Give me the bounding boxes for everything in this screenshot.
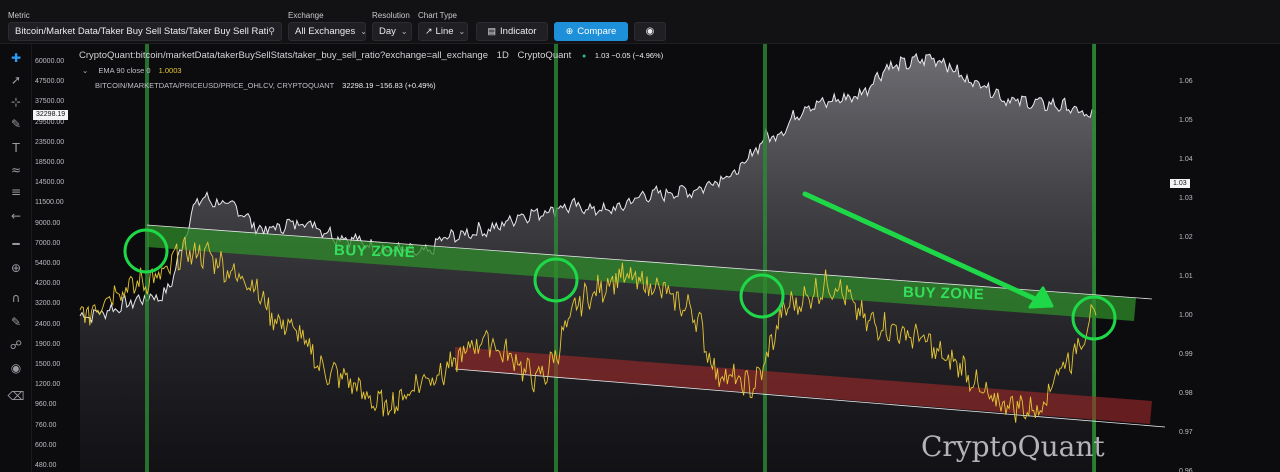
camera-icon: ◉ [645,26,655,37]
metric-label: Metric [8,11,30,20]
chevron-down-icon[interactable]: ⌄ [82,66,88,75]
buy-zone-label: BUY ZONE [902,283,985,304]
resolution-select[interactable]: Day ⌄ [372,22,412,41]
y-left-tick-label: 1900.00 [35,340,61,348]
legend-ema-label: EMA 90 close 0 [98,66,151,75]
indicator-icon: ▤ [487,26,497,36]
watermark: CryptoQuant [921,430,1105,463]
legend-source: CryptoQuant [517,50,572,61]
y-left-tick-label: 18500.00 [35,159,65,166]
y-right-tick-label: 1.03 [1179,194,1193,202]
y-right-tick-label: 1.04 [1179,155,1193,163]
legend-ema: ⌄ EMA 90 close 0 1.0003 [82,66,182,75]
legend-main: CryptoQuant:bitcoin/marketData/takerBuyS… [79,50,663,61]
y-left-tick-label: 4200.00 [35,280,61,288]
y-right-tick-label: 0.96 [1179,468,1193,472]
top-toolbar: Metric Bitcoin/Market Data/Taker Buy Sel… [0,0,1280,44]
chart-canvas[interactable] [0,44,1280,472]
y-left-tick-label: 11500.00 [35,199,64,207]
legend-ratio-values: 1.03 −0.05 (−4.96%) [594,51,664,60]
y-left-tick-label: 37500.00 [35,98,65,106]
indicator-button[interactable]: ▤ Indicator [476,22,548,41]
y-left-tick-label: 14500.00 [35,179,65,187]
y-left-tick-label: 9000.00 [35,219,61,227]
exchange-select[interactable]: All Exchanges ⌄ [288,22,366,41]
buy-zone-label: BUY ZONE [333,241,416,262]
y-left-tick-label: 960.00 [35,401,57,409]
resolution-value: Day [379,26,396,37]
y-left-tick-label: 5400.00 [35,260,61,267]
y-right-tick-label: 1.02 [1179,233,1193,241]
charttype-select[interactable]: ↗ Line ⌄ [418,22,468,41]
chevron-down-icon: ⌄ [360,27,365,36]
y-left-tick-label: 1500.00 [35,361,61,368]
y-right-tick-label: 1.01 [1179,272,1193,280]
current-ratio-tag: 1.03 [1170,179,1190,188]
exchange-label: Exchange [288,11,324,20]
y-right-tick-label: 0.99 [1179,350,1193,358]
exchange-value: All Exchanges [295,26,356,37]
legend-price-series: BITCOIN/MARKETDATA/PRICEUSD/PRICE_OHLCV,… [95,81,335,90]
legend-metric: CryptoQuant:bitcoin/marketData/takerBuyS… [79,50,489,61]
y-left-tick-label: 760.00 [35,421,57,429]
metric-value: Bitcoin/Market Data/Taker Buy Sell Stats… [15,26,269,37]
y-right-tick-label: 0.98 [1179,389,1193,397]
y-left-tick-label: 600.00 [35,441,57,449]
y-left-tick-label: 23500.00 [35,138,65,146]
y-left-tick-label: 3200.00 [35,300,61,308]
search-icon: ⚲ [268,26,275,36]
y-left-tick-label: 2400.00 [35,320,61,328]
legend-price-values: 32298.19 −156.83 (+0.49%) [342,81,436,90]
y-right-tick-label: 1.00 [1179,311,1193,319]
line-chart-icon: ↗ [425,26,433,36]
y-left-tick-label: 47500.00 [35,78,65,86]
compare-button-label: Compare [577,26,617,37]
compare-button[interactable]: ⊕ Compare [554,22,628,41]
chevron-down-icon: ⌄ [400,27,408,36]
indicator-button-label: Indicator [500,26,537,37]
resolution-label: Resolution [372,11,410,20]
legend-resolution: 1D [496,50,509,61]
y-left-tick-label: 1200.00 [35,381,61,389]
vertical-marker [763,44,767,472]
metric-select[interactable]: Bitcoin/Market Data/Taker Buy Sell Stats… [8,22,282,41]
y-right-tick-label: 1.06 [1179,77,1193,85]
legend-dot: ● [581,53,587,60]
y-left-tick-label: 7000.00 [35,239,61,247]
y-left-tick-label: 480.00 [35,462,57,469]
charttype-value: Line [435,26,454,37]
y-right-tick-label: 0.97 [1179,428,1193,436]
screenshot-button[interactable]: ◉ [634,22,666,41]
y-left-tick-label: 60000.00 [35,58,65,65]
legend-ema-value: 1.0003 [158,66,182,75]
chevron-down-icon: ⌄ [458,27,466,36]
legend-price: BITCOIN/MARKETDATA/PRICEUSD/PRICE_OHLCV,… [95,81,436,90]
current-price-tag: 32298.19 [33,110,69,120]
vertical-marker [145,44,149,472]
charttype-label: Chart Type [418,11,457,20]
y-right-tick-label: 1.05 [1179,116,1193,124]
plus-circle-icon: ⊕ [565,26,574,36]
